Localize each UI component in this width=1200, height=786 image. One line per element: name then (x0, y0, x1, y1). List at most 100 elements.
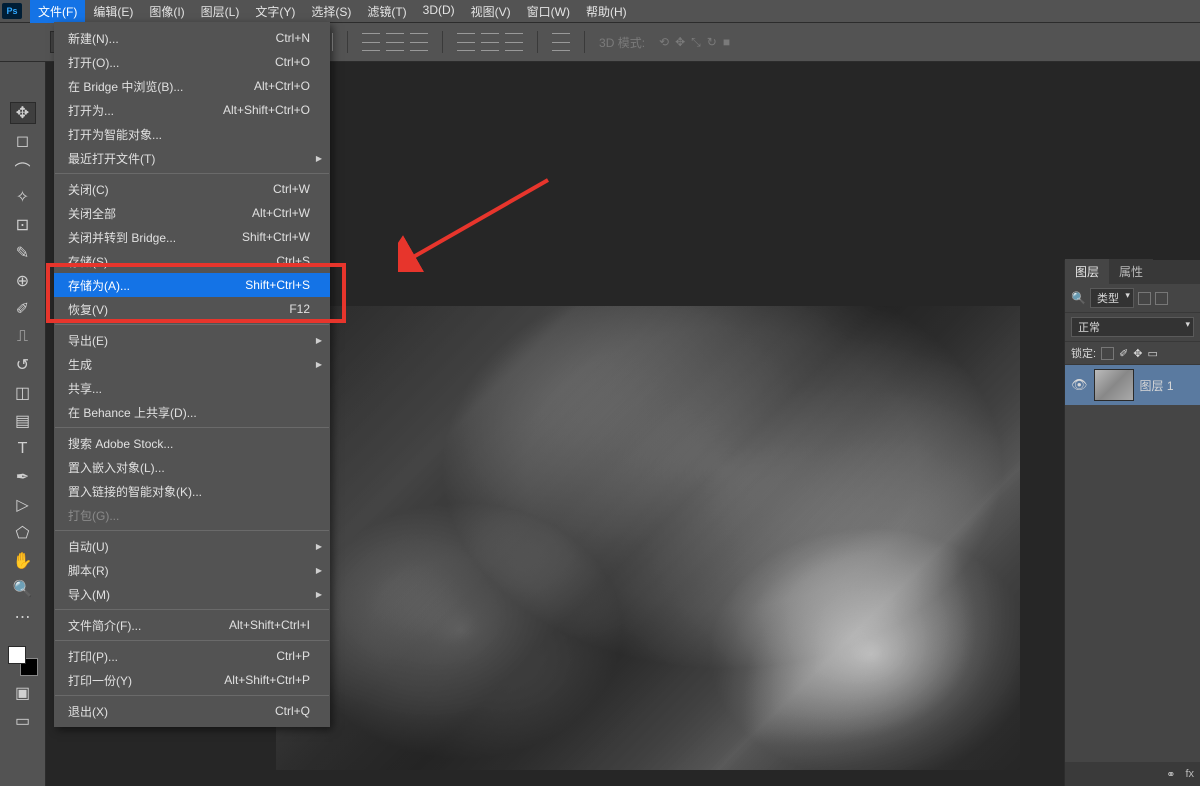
zoom-tool[interactable]: 🔍 (10, 578, 36, 600)
history-brush-tool[interactable]: ↺ (10, 354, 36, 376)
menu-编辑[interactable]: 编辑(E) (85, 0, 141, 23)
menu-item-新建n[interactable]: 新建(N)...Ctrl+N (54, 26, 330, 50)
camera-3d-icon[interactable]: ■ (723, 35, 730, 49)
layer-row[interactable]: 👁 图层 1 (1065, 365, 1200, 405)
visibility-toggle-icon[interactable]: 👁 (1071, 377, 1088, 393)
brush-tool[interactable]: ✐ (10, 298, 36, 320)
menu-item-恢复v[interactable]: 恢复(V)F12 (54, 297, 330, 321)
menu-item-打开为智能对象[interactable]: 打开为智能对象... (54, 122, 330, 146)
lock-artboard-icon[interactable]: ▭ (1148, 347, 1158, 360)
rotate-3d-icon[interactable]: ↻ (707, 35, 717, 49)
menu-item-脚本r[interactable]: 脚本(R) (54, 558, 330, 582)
tab-properties[interactable]: 属性 (1109, 259, 1153, 284)
separator (537, 31, 538, 53)
menu-item-关闭全部[interactable]: 关闭全部Alt+Ctrl+W (54, 201, 330, 225)
link-layers-icon[interactable]: ⚭ (1166, 768, 1175, 781)
menu-item-共享[interactable]: 共享... (54, 376, 330, 400)
marquee-tool[interactable]: ◻ (10, 130, 36, 152)
menu-item-存储s[interactable]: 存储(S)Ctrl+S (54, 249, 330, 273)
lock-move-icon[interactable]: ✥ (1133, 347, 1142, 360)
menu-item-label: 打包(G)... (68, 507, 119, 524)
clone-stamp-tool[interactable]: ⎍ (10, 326, 36, 348)
menu-separator (55, 173, 329, 174)
menu-item-打开o[interactable]: 打开(O)...Ctrl+O (54, 50, 330, 74)
shape-tool[interactable]: ⬠ (10, 522, 36, 544)
menu-item-退出x[interactable]: 退出(X)Ctrl+Q (54, 699, 330, 723)
menu-item-最近打开文件t[interactable]: 最近打开文件(T) (54, 146, 330, 170)
menu-item-生成[interactable]: 生成 (54, 352, 330, 376)
menu-选择[interactable]: 选择(S) (303, 0, 359, 23)
menu-3d[interactable]: 3D(D) (415, 0, 463, 23)
menu-滤镜[interactable]: 滤镜(T) (359, 0, 414, 23)
healing-brush-tool[interactable]: ⊕ (10, 270, 36, 292)
menu-文字[interactable]: 文字(Y) (247, 0, 303, 23)
color-swatches[interactable] (8, 646, 38, 676)
menu-item-打印一份y[interactable]: 打印一份(Y)Alt+Shift+Ctrl+P (54, 668, 330, 692)
layer-filter-type-select[interactable]: 类型 (1090, 288, 1134, 308)
eraser-tool[interactable]: ◫ (10, 382, 36, 404)
menu-item-导出e[interactable]: 导出(E) (54, 328, 330, 352)
distribute-space-icon[interactable] (410, 33, 428, 51)
eyedropper-tool[interactable]: ✎ (10, 242, 36, 264)
menu-视图[interactable]: 视图(V) (463, 0, 519, 23)
layer-name-label[interactable]: 图层 1 (1140, 377, 1174, 394)
distribute-group (362, 33, 428, 51)
menu-图层[interactable]: 图层(L) (193, 0, 248, 23)
menu-item-关闭c[interactable]: 关闭(C)Ctrl+W (54, 177, 330, 201)
pan-3d-icon[interactable]: ✥ (675, 35, 685, 49)
magic-wand-tool[interactable]: ✧ (10, 186, 36, 208)
quick-mask-tool[interactable]: ▣ (10, 682, 36, 704)
screen-mode-tool[interactable]: ▭ (10, 710, 36, 732)
distribute-top-icon[interactable] (457, 33, 475, 51)
move-tool[interactable]: ✥ (10, 102, 36, 124)
menu-item-导入m[interactable]: 导入(M) (54, 582, 330, 606)
lock-transparency-icon[interactable] (1101, 347, 1114, 360)
filter-adj-icon[interactable] (1155, 292, 1168, 305)
menu-item-label: 打开(O)... (68, 54, 119, 71)
menu-item-label: 导入(M) (68, 586, 110, 603)
menu-item-置入嵌入对象l[interactable]: 置入嵌入对象(L)... (54, 455, 330, 479)
menu-item-label: 打开为智能对象... (68, 126, 162, 143)
edit-toolbar[interactable]: ⋯ (10, 606, 36, 628)
tab-layers[interactable]: 图层 (1065, 259, 1109, 284)
foreground-color-swatch[interactable] (8, 646, 26, 664)
document-image[interactable] (276, 306, 1020, 770)
hand-tool[interactable]: ✋ (10, 550, 36, 572)
menu-item-存储为a[interactable]: 存储为(A)...Shift+Ctrl+S (54, 273, 330, 297)
filter-pixel-icon[interactable] (1138, 292, 1151, 305)
menu-帮助[interactable]: 帮助(H) (578, 0, 635, 23)
distribute-bot-icon[interactable] (505, 33, 523, 51)
more-options-icon[interactable] (552, 33, 570, 51)
menu-item-label: 自动(U) (68, 538, 109, 555)
layer-fx-icon[interactable]: fx (1185, 768, 1194, 780)
menu-item-label: 置入链接的智能对象(K)... (68, 483, 202, 500)
menu-item-关闭并转到-bridge[interactable]: 关闭并转到 Bridge...Shift+Ctrl+W (54, 225, 330, 249)
distribute-mid-icon[interactable] (481, 33, 499, 51)
lasso-tool[interactable]: ⌒ (10, 158, 36, 180)
menu-窗口[interactable]: 窗口(W) (519, 0, 578, 23)
type-tool[interactable]: T (10, 438, 36, 460)
menu-item-置入链接的智能对象k[interactable]: 置入链接的智能对象(K)... (54, 479, 330, 503)
distribute-v-icon[interactable] (386, 33, 404, 51)
menu-item-shortcut: Ctrl+W (273, 182, 310, 196)
pen-tool[interactable]: ✒ (10, 466, 36, 488)
menu-item-自动u[interactable]: 自动(U) (54, 534, 330, 558)
menu-item-搜索-adobe-stock[interactable]: 搜索 Adobe Stock... (54, 431, 330, 455)
menu-item-文件简介f[interactable]: 文件简介(F)...Alt+Shift+Ctrl+I (54, 613, 330, 637)
menu-item-打印p[interactable]: 打印(P)...Ctrl+P (54, 644, 330, 668)
layer-thumbnail[interactable] (1094, 369, 1134, 401)
lock-brush-icon[interactable]: ✐ (1119, 347, 1128, 360)
path-selection-tool[interactable]: ▷ (10, 494, 36, 516)
blend-mode-select[interactable]: 正常 (1071, 317, 1194, 337)
orbit-3d-icon[interactable]: ⟲ (659, 35, 669, 49)
menu-item-在-behance-上共享d[interactable]: 在 Behance 上共享(D)... (54, 400, 330, 424)
crop-tool[interactable]: ⊡ (10, 214, 36, 236)
menu-文件[interactable]: 文件(F) (30, 0, 85, 23)
slide-3d-icon[interactable]: ⤡ (691, 35, 701, 50)
menu-图像[interactable]: 图像(I) (141, 0, 192, 23)
gradient-tool[interactable]: ▤ (10, 410, 36, 432)
menu-item-shortcut: Shift+Ctrl+W (242, 230, 310, 244)
menu-item-打开为[interactable]: 打开为...Alt+Shift+Ctrl+O (54, 98, 330, 122)
distribute-h-icon[interactable] (362, 33, 380, 51)
menu-item-在-bridge-中浏览b[interactable]: 在 Bridge 中浏览(B)...Alt+Ctrl+O (54, 74, 330, 98)
